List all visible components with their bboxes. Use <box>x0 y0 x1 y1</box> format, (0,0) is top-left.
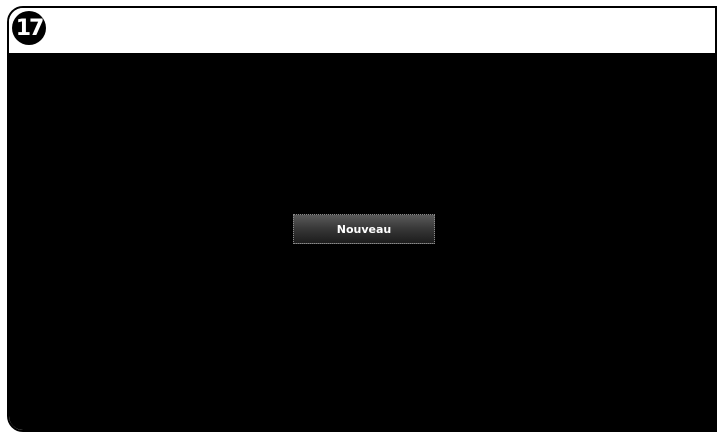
device-screen: Nouveau <box>9 53 715 430</box>
figure-header: 17 <box>9 8 715 53</box>
step-number-badge: 17 <box>12 11 46 45</box>
figure-frame: 17 Nouveau <box>7 6 717 432</box>
nouveau-button[interactable]: Nouveau <box>293 214 435 244</box>
